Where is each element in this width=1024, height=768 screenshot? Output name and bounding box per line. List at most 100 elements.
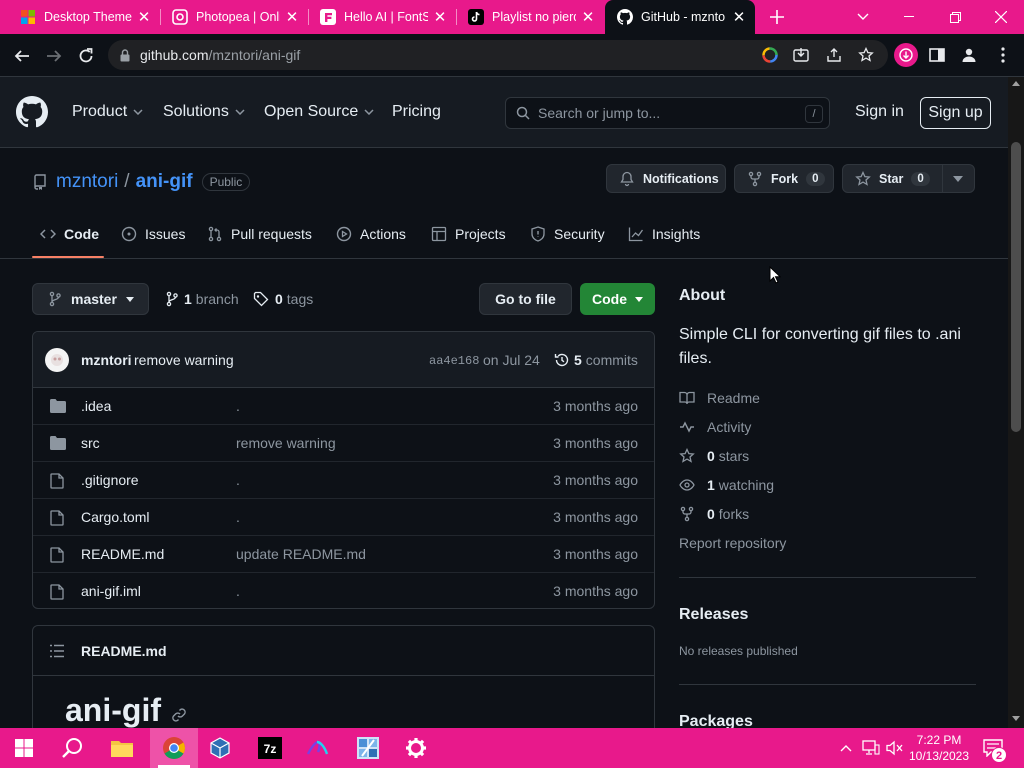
link-icon[interactable] [171, 707, 187, 723]
file-commit-message[interactable]: . [236, 472, 240, 488]
menu-kebab-icon[interactable] [993, 45, 1013, 65]
tab-pull-requests[interactable]: Pull requests [207, 226, 312, 242]
activity-link[interactable]: Activity [679, 419, 751, 435]
watchers-link[interactable]: 1 watching [679, 477, 774, 493]
close-icon[interactable]: ✕ [731, 9, 747, 26]
close-icon[interactable]: ✕ [284, 9, 300, 26]
file-commit-message[interactable]: . [236, 398, 240, 414]
tab-actions[interactable]: Actions [336, 226, 406, 242]
chevron-up-icon[interactable] [840, 744, 852, 752]
repo-name-link[interactable]: ani-gif [136, 171, 193, 193]
file-commit-message[interactable]: . [236, 509, 240, 525]
notifications-button[interactable]: Notifications [606, 164, 726, 193]
fork-button[interactable]: Fork 0 [734, 164, 834, 193]
taskbar-chrome[interactable] [150, 728, 198, 768]
file-name-link[interactable]: .gitignore [81, 472, 139, 488]
nav-open-source[interactable]: Open Source [264, 103, 374, 121]
system-clock[interactable]: 7:22 PM 10/13/2023 [904, 732, 974, 764]
tab-security[interactable]: Security [530, 226, 605, 242]
file-row[interactable]: .idea. 3 months ago [33, 388, 654, 425]
readme-filename[interactable]: README.md [81, 643, 167, 659]
file-name-link[interactable]: ani-gif.iml [81, 583, 141, 599]
scroll-up-arrow-icon[interactable] [1012, 81, 1020, 86]
browser-tab[interactable]: Desktop Theme ✕ [8, 0, 160, 34]
forward-icon[interactable] [40, 42, 68, 70]
tab-issues[interactable]: Issues [121, 226, 185, 242]
branches-link[interactable]: 1 branch [166, 291, 239, 307]
google-lens-icon[interactable] [760, 45, 780, 65]
taskbar-file-explorer[interactable] [98, 728, 146, 768]
restore-button[interactable] [932, 0, 978, 34]
taskbar-app[interactable] [294, 728, 342, 768]
nav-solutions[interactable]: Solutions [163, 103, 245, 121]
tab-projects[interactable]: Projects [431, 226, 506, 242]
code-dropdown-button[interactable]: Code [580, 283, 655, 315]
taskbar-7zip[interactable]: 7z [246, 728, 294, 768]
scrollbar-thumb[interactable] [1011, 142, 1021, 432]
branch-select-button[interactable]: master [32, 283, 149, 315]
volume-muted-icon[interactable] [886, 740, 904, 756]
search-input[interactable]: Search or jump to... / [505, 97, 830, 129]
extension-download-icon[interactable] [894, 43, 918, 67]
file-row[interactable]: ani-gif.iml. 3 months ago [33, 573, 654, 608]
file-commit-message[interactable]: . [236, 583, 240, 599]
readme-link[interactable]: Readme [679, 390, 760, 406]
browser-tab[interactable]: Playlist no pierd ✕ [456, 0, 604, 34]
reload-icon[interactable] [72, 42, 100, 70]
file-name-link[interactable]: README.md [81, 546, 164, 562]
file-row[interactable]: Cargo.toml. 3 months ago [33, 499, 654, 536]
taskbar-search-button[interactable] [48, 728, 96, 768]
back-icon[interactable] [8, 42, 36, 70]
star-button[interactable]: Star 0 [842, 164, 975, 193]
close-icon[interactable]: ✕ [432, 9, 448, 26]
go-to-file-button[interactable]: Go to file [479, 283, 572, 315]
commits-link[interactable]: 5 commits [554, 352, 638, 368]
close-window-button[interactable] [978, 0, 1024, 34]
file-commit-message[interactable]: remove warning [236, 435, 336, 451]
file-name-link[interactable]: src [81, 435, 100, 451]
nav-product[interactable]: Product [72, 103, 143, 121]
start-button[interactable] [0, 728, 48, 768]
file-commit-message[interactable]: update README.md [236, 546, 366, 562]
sign-in-link[interactable]: Sign in [855, 103, 904, 121]
sign-up-button[interactable]: Sign up [920, 97, 991, 129]
releases-heading[interactable]: Releases [679, 606, 748, 624]
tab-search-chevron-icon[interactable] [840, 0, 886, 34]
taskbar-virtualbox[interactable] [196, 728, 244, 768]
report-repository-link[interactable]: Report repository [679, 535, 786, 551]
share-icon[interactable] [824, 45, 844, 65]
browser-tab-active[interactable]: GitHub - mznto ✕ [605, 0, 755, 34]
new-tab-button[interactable] [754, 0, 800, 34]
repo-owner-link[interactable]: mzntori [56, 171, 118, 193]
nav-pricing[interactable]: Pricing [392, 103, 441, 121]
browser-tab[interactable]: Photopea | Onli ✕ [160, 0, 308, 34]
tags-link[interactable]: 0 tags [253, 291, 313, 307]
commit-message[interactable]: remove warning [134, 352, 234, 368]
install-icon[interactable] [791, 45, 811, 65]
github-logo-icon[interactable] [16, 96, 48, 128]
tab-insights[interactable]: Insights [628, 226, 700, 242]
profile-icon[interactable] [959, 45, 979, 65]
taskbar-app[interactable] [344, 728, 392, 768]
close-icon[interactable]: ✕ [580, 9, 596, 26]
file-name-link[interactable]: .idea [81, 398, 111, 414]
file-name-link[interactable]: Cargo.toml [81, 509, 149, 525]
taskbar-settings[interactable] [392, 728, 440, 768]
network-icon[interactable] [862, 740, 880, 756]
stars-link[interactable]: 0 stars [679, 448, 749, 464]
commit-hash[interactable]: aa4e168 [429, 354, 479, 368]
minimize-button[interactable] [886, 0, 932, 34]
tab-code[interactable]: Code [40, 226, 99, 242]
list-icon[interactable] [49, 644, 65, 658]
star-dropdown-chevron-icon[interactable] [953, 176, 963, 182]
file-row[interactable]: src remove warning 3 months ago [33, 425, 654, 462]
close-icon[interactable]: ✕ [136, 9, 152, 26]
commit-author[interactable]: mzntori [81, 352, 132, 368]
bookmark-star-icon[interactable] [856, 45, 876, 65]
avatar[interactable] [45, 348, 69, 372]
file-row[interactable]: README.md update README.md 3 months ago [33, 536, 654, 573]
browser-tab[interactable]: Hello AI | FontSl ✕ [308, 0, 456, 34]
scroll-down-arrow-icon[interactable] [1012, 716, 1020, 721]
side-panel-icon[interactable] [927, 45, 947, 65]
forks-link[interactable]: 0 forks [679, 506, 749, 522]
